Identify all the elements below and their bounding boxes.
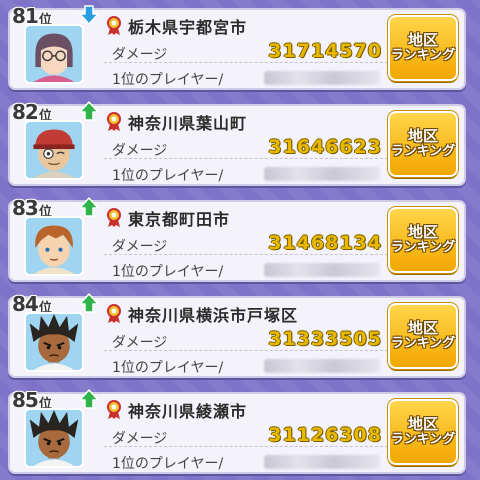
player-avatar[interactable]: [24, 216, 84, 276]
damage-row: ダメージ 31333505: [104, 328, 388, 351]
ranking-entry: 85 位 神奈川県綾瀬市 ダメージ 31126308 1位のプレイヤー/ 地区 ラ…: [8, 388, 466, 474]
rank-down-arrow-icon: [78, 4, 100, 26]
region-ranking-button[interactable]: 地区 ランキング: [388, 399, 458, 465]
region-ranking-button-line2: ランキング: [390, 336, 456, 351]
player-avatar[interactable]: [24, 408, 84, 468]
damage-row: ダメージ 31126308: [104, 424, 388, 447]
region-ranking-button[interactable]: 地区 ランキング: [388, 303, 458, 369]
blurred-player-name: [264, 71, 380, 85]
region-name: 神奈川県綾瀬市: [128, 402, 248, 421]
blurred-player-name: [264, 263, 380, 277]
ranking-entry: 82 位 神奈川県葉山町 ダメージ 31646623 1位のプレイヤー/ 地区 ラ…: [8, 100, 466, 186]
region-name: 東京都町田市: [128, 210, 231, 229]
damage-label: ダメージ: [112, 239, 168, 255]
spiky-hair-boy-avatar: [26, 314, 82, 370]
player-avatar[interactable]: [24, 24, 84, 84]
region-name: 神奈川県葉山町: [128, 114, 248, 133]
damage-label: ダメージ: [112, 431, 168, 447]
medal-icon: [106, 16, 122, 36]
spiky-hair-boy-avatar: [26, 410, 82, 466]
top-player-label: 1位のプレイヤー/: [112, 72, 224, 88]
region-ranking-button-line1: 地区: [407, 319, 438, 337]
region-ranking-button[interactable]: 地区 ランキング: [388, 207, 458, 273]
damage-label: ダメージ: [112, 143, 168, 159]
damage-label: ダメージ: [112, 335, 168, 351]
region-ranking-button-line1: 地区: [407, 415, 438, 433]
blurred-player-name: [264, 455, 380, 469]
top-player-row: 1位のプレイヤー/: [104, 163, 388, 184]
ranking-entry: 84 位 神奈川県横浜市戸塚区 ダメージ 31333505 1位のプレイヤー/ 地…: [8, 292, 466, 378]
brown-hair-boy-avatar: [26, 218, 82, 274]
girl-with-glasses-avatar: [26, 26, 82, 82]
medal-icon: [106, 208, 122, 228]
player-avatar[interactable]: [24, 312, 84, 372]
top-player-row: 1位のプレイヤー/: [104, 67, 388, 88]
top-player-row: 1位のプレイヤー/: [104, 259, 388, 280]
old-man-with-red-cap-avatar: [26, 122, 82, 178]
region-ranking-button[interactable]: 地区 ランキング: [388, 111, 458, 177]
medal-icon: [106, 304, 122, 324]
region-ranking-button-line1: 地区: [407, 31, 438, 49]
region-ranking-button-line2: ランキング: [390, 432, 456, 447]
region-ranking-button[interactable]: 地区 ランキング: [388, 15, 458, 81]
region-name: 栃木県宇都宮市: [128, 18, 248, 37]
region-ranking-button-line2: ランキング: [390, 144, 456, 159]
top-player-row: 1位のプレイヤー/: [104, 355, 388, 376]
damage-value: 31468134: [268, 232, 382, 254]
rank-up-arrow-icon: [78, 100, 100, 122]
top-player-label: 1位のプレイヤー/: [112, 456, 224, 472]
medal-icon: [106, 112, 122, 132]
ranking-entry: 83 位 東京都町田市 ダメージ 31468134 1位のプレイヤー/ 地区 ラン…: [8, 196, 466, 282]
blurred-player-name: [264, 167, 380, 181]
damage-row: ダメージ 31714570: [104, 40, 388, 63]
medal-icon: [106, 400, 122, 420]
rank-up-arrow-icon: [78, 196, 100, 218]
top-player-label: 1位のプレイヤー/: [112, 168, 224, 184]
region-name: 神奈川県横浜市戸塚区: [128, 306, 299, 325]
damage-value: 31646623: [268, 136, 382, 158]
damage-value: 31126308: [268, 424, 382, 446]
damage-label: ダメージ: [112, 47, 168, 63]
region-ranking-button-line2: ランキング: [390, 48, 456, 63]
top-player-row: 1位のプレイヤー/: [104, 451, 388, 472]
top-player-label: 1位のプレイヤー/: [112, 360, 224, 376]
player-avatar[interactable]: [24, 120, 84, 180]
damage-row: ダメージ 31646623: [104, 136, 388, 159]
ranking-entry: 81 位 栃木県宇都宮市 ダメージ 31714570 1位のプレイヤー/ 地区 ラ…: [8, 4, 466, 90]
rank-up-arrow-icon: [78, 292, 100, 314]
rank-up-arrow-icon: [78, 388, 100, 410]
blurred-player-name: [264, 359, 380, 373]
region-ranking-button-line1: 地区: [407, 223, 438, 241]
damage-value: 31333505: [268, 328, 382, 350]
region-ranking-button-line2: ランキング: [390, 240, 456, 255]
region-ranking-button-line1: 地区: [407, 127, 438, 145]
damage-value: 31714570: [268, 40, 382, 62]
top-player-label: 1位のプレイヤー/: [112, 264, 224, 280]
damage-row: ダメージ 31468134: [104, 232, 388, 255]
ranking-list: 81 位 栃木県宇都宮市 ダメージ 31714570 1位のプレイヤー/ 地区 ラ…: [0, 0, 480, 480]
